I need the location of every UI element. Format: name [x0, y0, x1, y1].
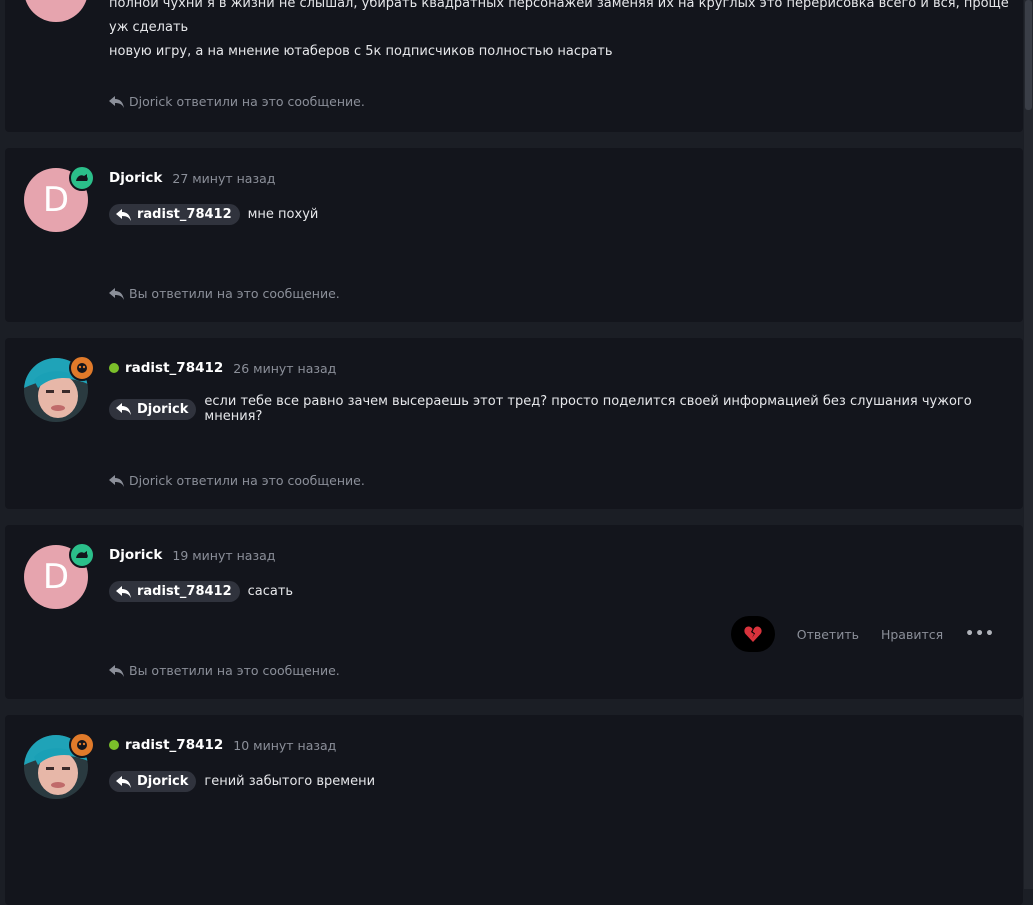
like-button[interactable]: Нравится	[881, 627, 943, 642]
reply-arrow-icon	[116, 775, 131, 788]
reply-arrow-icon	[109, 474, 124, 487]
broken-heart-icon	[744, 626, 762, 642]
reply-note-text: Вы ответили на это сообщение.	[129, 286, 340, 301]
author-name[interactable]: Djorick	[109, 170, 162, 186]
rank-badge-icon	[69, 542, 95, 568]
post-text-line: полной чухни я в жизни не слышал, убират…	[109, 0, 1009, 35]
reply-arrow-icon	[109, 95, 124, 108]
reply-arrow-icon	[109, 287, 124, 300]
post-time[interactable]: 26 минут назад	[233, 361, 336, 376]
rank-badge-icon	[69, 355, 95, 381]
reply-arrow-icon	[116, 585, 131, 598]
post-1: D Djorick 27 минут назад radist_78412 мн…	[5, 148, 1023, 322]
post-text: сасать	[247, 584, 294, 599]
post-3: D Djorick 19 минут назад radist_78412 са…	[5, 525, 1023, 699]
author-line: radist_78412 26 минут назад	[109, 360, 336, 376]
mention-chip[interactable]: Djorick	[109, 771, 197, 792]
reply-note-text: Djorick ответили на это сообщение.	[129, 473, 365, 488]
post-body: Djorick если тебе все равно зачем высера…	[109, 394, 1023, 424]
post-body: radist_78412 мне похуй	[109, 204, 318, 225]
post-text: гений забытого времени	[204, 774, 376, 789]
online-dot-icon	[109, 740, 119, 750]
reply-note[interactable]: Djorick ответили на это сообщение.	[109, 94, 365, 109]
avatar[interactable]	[24, 355, 95, 422]
post-time[interactable]: 27 минут назад	[172, 171, 275, 186]
reply-arrow-icon	[116, 208, 131, 221]
post-0: полной чухни я в жизни не слышал, убират…	[5, 0, 1023, 132]
mention-name: Djorick	[137, 401, 189, 417]
reply-note-text: Djorick ответили на это сообщение.	[129, 94, 365, 109]
mention-name: radist_78412	[137, 207, 232, 222]
mention-chip[interactable]: radist_78412	[109, 581, 240, 602]
avatar[interactable]	[24, 0, 88, 22]
author-line: Djorick 19 минут назад	[109, 547, 275, 563]
reply-arrow-icon	[116, 403, 131, 415]
mention-name: Djorick	[137, 774, 189, 789]
post-time[interactable]: 19 минут назад	[172, 548, 275, 563]
rank-badge-icon	[69, 732, 95, 758]
more-options-icon[interactable]: •••	[965, 626, 995, 642]
reply-note-text: Вы ответили на это сообщение.	[129, 663, 340, 678]
post-4: radist_78412 10 минут назад Djorick гени…	[5, 715, 1023, 905]
reaction-button[interactable]	[730, 616, 775, 652]
mention-chip[interactable]: Djorick	[109, 398, 197, 420]
author-line: Djorick 27 минут назад	[109, 170, 275, 186]
post-text-line: новую игру, а на мнение ютаберов с 5к по…	[109, 44, 613, 59]
online-dot-icon	[109, 363, 119, 373]
post-text: мне похуй	[247, 207, 319, 222]
post-text: если тебе все равно зачем высераешь этот…	[204, 394, 972, 424]
avatar[interactable]: D	[24, 542, 95, 609]
post-body: radist_78412 сасать	[109, 581, 293, 602]
reply-note[interactable]: Вы ответили на это сообщение.	[109, 663, 340, 678]
reply-button[interactable]: Ответить	[797, 627, 859, 642]
mention-name: radist_78412	[137, 584, 232, 599]
reply-note[interactable]: Djorick ответили на это сообщение.	[109, 473, 365, 488]
post-time[interactable]: 10 минут назад	[233, 738, 336, 753]
author-name[interactable]: radist_78412	[125, 360, 223, 376]
post-2: radist_78412 26 минут назад Djorick если…	[5, 338, 1023, 509]
reply-arrow-icon	[109, 664, 124, 677]
author-name[interactable]: Djorick	[109, 547, 162, 563]
author-name[interactable]: radist_78412	[125, 737, 223, 753]
post-body: Djorick гений забытого времени	[109, 771, 375, 792]
reply-note[interactable]: Вы ответили на это сообщение.	[109, 286, 340, 301]
avatar[interactable]	[24, 732, 95, 799]
post-actions: Ответить Нравится •••	[730, 616, 995, 652]
mention-chip[interactable]: radist_78412	[109, 204, 240, 225]
author-line: radist_78412 10 минут назад	[109, 737, 336, 753]
scrollbar-thumb[interactable]	[1025, 0, 1032, 110]
avatar[interactable]: D	[24, 165, 95, 232]
scrollbar[interactable]	[1024, 0, 1033, 889]
rank-badge-icon	[69, 165, 95, 191]
post-text: полной чухни я в жизни не слышал, убират…	[109, 0, 1023, 64]
